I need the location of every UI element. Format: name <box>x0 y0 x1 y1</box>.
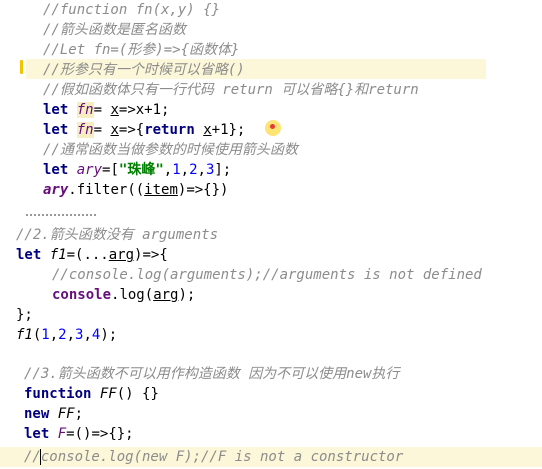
code-line: let fn= x=>{return x+1}; <box>43 120 245 140</box>
code-line: //箭头函数是匿名函数 <box>43 22 186 38</box>
string-literal: "珠峰" <box>118 162 164 178</box>
number-literal: 2 <box>58 327 67 343</box>
code-line: //2.箭头函数没有 arguments <box>16 227 219 243</box>
code-line: //function fn(x,y) {} <box>43 2 221 18</box>
identifier: f1 <box>16 327 33 343</box>
code-line: let fn= x=>x+1; <box>43 100 169 120</box>
code-line: //通常函数当做参数的时候使用箭头函数 <box>43 142 298 158</box>
punctuation: (( <box>127 182 145 198</box>
code-editor[interactable]: //function fn(x,y) {} //箭头函数是匿名函数 //Let … <box>0 0 542 469</box>
clipped-line-edge <box>26 214 96 220</box>
code-line: console.log(arg); <box>52 285 195 305</box>
identifier: F <box>57 426 67 442</box>
expression: =>x+1; <box>118 102 170 118</box>
parameter: arg <box>153 287 179 303</box>
number-literal: 1 <box>41 327 50 343</box>
identifier: fn <box>76 122 94 138</box>
keyword: let <box>24 426 50 442</box>
identifier: f1 <box>49 247 67 263</box>
code-line: let ary=["珠峰",1,2,3]; <box>43 160 231 180</box>
gutter-marker <box>20 60 23 74</box>
comma: , <box>180 162 190 178</box>
code-line: //Let fn=(形参)=>{函数体} <box>43 42 240 58</box>
text-caret <box>40 449 41 465</box>
keyword: let <box>43 122 69 138</box>
code-line: //假如函数体只有一行代码 return 可以省略{}和return <box>43 82 419 98</box>
code-line: let f1=(...arg)=>{ <box>16 245 168 265</box>
expression: +1}; <box>211 122 246 138</box>
code-line: ary.filter((item)=>{}) <box>43 180 228 200</box>
method-name: filter <box>76 182 128 198</box>
code-line: //3.箭头函数不可以用作构造函数 因为不可以使用new执行 <box>24 366 400 382</box>
code-line: f1(1,2,3,4); <box>16 325 117 345</box>
operator: =(... <box>66 247 109 263</box>
comma: , <box>49 327 59 343</box>
comma: , <box>197 162 206 178</box>
code-line: //console.log(arguments);//arguments is … <box>52 267 482 283</box>
punctuation: )=>{ <box>134 247 168 263</box>
code-line: //形参只有一个时候可以省略() <box>43 62 245 78</box>
code-line: new FF; <box>24 404 83 424</box>
number-literal: 2 <box>189 162 198 178</box>
identifier: fn <box>76 102 94 118</box>
code-line: //console.log(new F);//F is not a constr… <box>24 449 404 465</box>
code-line: let F=()=>{}; <box>24 424 134 444</box>
keyword: function <box>24 386 92 402</box>
parameter: item <box>144 182 178 198</box>
comma: , <box>163 162 173 178</box>
code-line: function FF() {} <box>24 384 159 404</box>
comma: , <box>66 327 76 343</box>
punctuation: ); <box>178 287 196 303</box>
punctuation: =()=>{}; <box>66 426 134 442</box>
dot: . <box>68 182 77 198</box>
cursor-dot-icon <box>270 124 275 129</box>
parameter: arg <box>108 247 135 263</box>
operator: =>{ <box>118 122 145 138</box>
operator: = <box>93 102 111 118</box>
keyword: let <box>16 247 42 263</box>
code-line: }; <box>16 307 33 323</box>
punctuation: ; <box>74 406 84 422</box>
punctuation: ); <box>100 327 118 343</box>
punctuation: ( <box>144 287 154 303</box>
keyword: new <box>24 406 50 422</box>
identifier: console <box>52 287 112 303</box>
identifier: FF <box>57 406 75 422</box>
punctuation: ]; <box>214 162 232 178</box>
keyword: let <box>43 162 69 178</box>
method-name: log <box>119 287 145 303</box>
punctuation: () {} <box>116 386 159 402</box>
operator: =[ <box>102 162 119 178</box>
identifier: FF <box>99 386 117 402</box>
keyword: return <box>144 122 195 138</box>
comma: , <box>83 327 92 343</box>
operator: = <box>93 122 111 138</box>
parameter: x <box>203 122 212 138</box>
identifier: ary <box>43 182 69 198</box>
number-literal: 1 <box>172 162 181 178</box>
punctuation: )=>{}) <box>177 182 229 198</box>
parameter: x <box>110 122 119 138</box>
keyword: let <box>43 102 69 118</box>
identifier: ary <box>76 162 103 178</box>
parameter: x <box>110 102 119 118</box>
